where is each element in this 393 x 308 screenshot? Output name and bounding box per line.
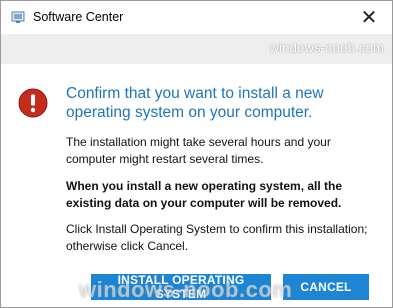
data-loss-warning-text: When you install a new operating system,… xyxy=(66,179,343,210)
watermark-text: windows-noob.com xyxy=(269,40,384,55)
install-operating-system-button[interactable]: INSTALL OPERATING SYSTEM xyxy=(91,273,271,301)
install-duration-text: The installation might take several hour… xyxy=(66,135,331,166)
close-button[interactable]: ✕ xyxy=(352,3,386,31)
dialog-content: Confirm that you want to install a new o… xyxy=(1,64,392,307)
header-band: windows-noob.com xyxy=(1,34,392,64)
title-bar: Software Center ✕ xyxy=(1,1,392,34)
confirm-instructions-text: Click Install Operating System to confir… xyxy=(66,222,368,253)
software-center-icon xyxy=(10,9,26,25)
close-icon: ✕ xyxy=(360,5,378,29)
software-center-dialog: Software Center ✕ windows-noob.com Confi… xyxy=(0,0,393,308)
cancel-button[interactable]: CANCEL xyxy=(283,274,369,300)
dialog-heading: Confirm that you want to install a new o… xyxy=(66,85,324,121)
window-title: Software Center xyxy=(33,10,124,24)
error-icon xyxy=(18,88,48,118)
